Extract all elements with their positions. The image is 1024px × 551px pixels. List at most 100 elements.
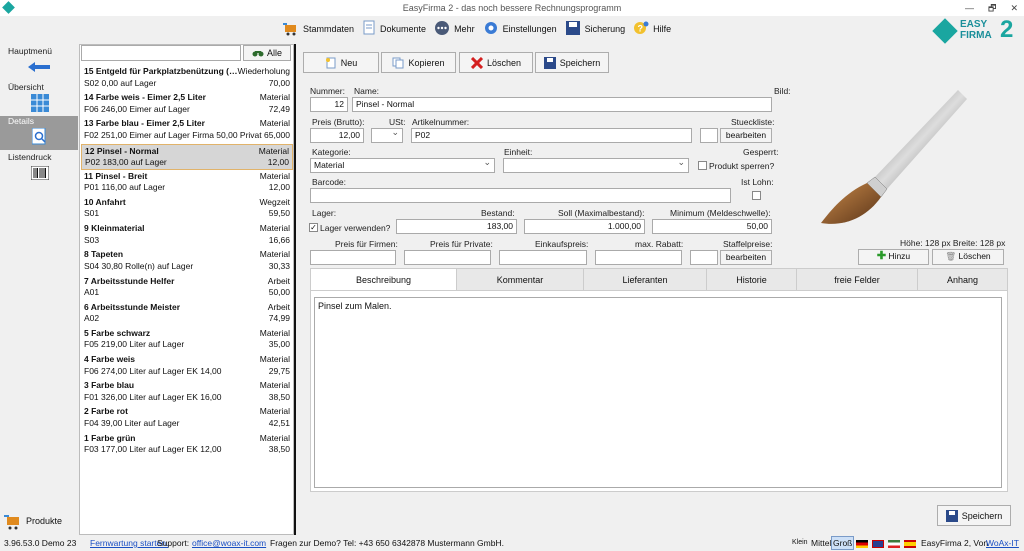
woax-link[interactable]: WoAx-IT <box>986 535 1019 551</box>
istlohn-checkbox[interactable] <box>752 191 761 200</box>
support-email-link[interactable]: office@woax-it.com <box>192 535 266 551</box>
list-item[interactable]: 13 Farbe blau - Eimer 2,5 Liter Material F… <box>81 117 293 144</box>
list-item[interactable]: 9 Kleinmaterial Material S03 16,66 <box>81 222 293 249</box>
flag-uk-icon[interactable] <box>872 539 884 548</box>
plus-icon: ✚ <box>876 250 887 262</box>
neu-button[interactable]: Neu <box>303 52 379 73</box>
staffelpreise-bearbeiten-button[interactable]: bearbeiten <box>720 250 772 265</box>
list-item[interactable]: 7 Arbeitsstunde Helfer Arbeit A01 50,00 <box>81 275 293 301</box>
einkaufspreis-field[interactable] <box>499 250 587 265</box>
stueckliste-label: Stueckliste: <box>731 117 775 127</box>
nav-details[interactable]: Details <box>0 116 78 150</box>
menu-mehr[interactable]: Mehr <box>434 20 475 38</box>
kategorie-select[interactable]: Material <box>310 156 495 173</box>
list-item-sub: F01 326,00 Liter auf Lager EK 16,00 <box>84 391 222 402</box>
gear-icon <box>483 20 499 38</box>
bestand-label: Bestand: <box>481 208 515 218</box>
tab-kommentar[interactable]: Kommentar <box>457 268 584 291</box>
list-item-price: 70,00 <box>268 77 290 88</box>
bild-loeschen-button[interactable]: 🗑 Löschen <box>932 249 1004 265</box>
list-item[interactable]: 2 Farbe rot Material F04 39,00 Liter auf L… <box>81 405 293 432</box>
einheit-select[interactable] <box>503 156 689 173</box>
list-item-price: 35,00 <box>268 339 290 350</box>
menu-stammdaten[interactable]: Stammdaten <box>283 20 354 38</box>
barcode-field[interactable] <box>310 188 731 203</box>
alle-button[interactable]: Alle <box>243 45 291 61</box>
menu-sicherung[interactable]: Sicherung <box>565 20 625 38</box>
list-item-type: Material <box>259 249 290 260</box>
artikelnummer-field[interactable]: P02 <box>411 128 692 143</box>
soll-field[interactable]: 1.000,00 <box>524 219 645 234</box>
bestand-field[interactable]: 183,00 <box>396 219 517 234</box>
staffelpreise-field[interactable] <box>690 250 718 265</box>
list-item[interactable]: 5 Farbe schwarz Material F05 219,00 Liter … <box>81 327 293 354</box>
minimum-field[interactable]: 50,00 <box>652 219 772 234</box>
preis-firmen-field[interactable] <box>310 250 396 265</box>
menu-hilfe[interactable]: ? Hilfe <box>633 20 671 38</box>
minimize-button[interactable]: — <box>965 0 974 16</box>
stueckliste-bearbeiten-button[interactable]: bearbeiten <box>720 128 772 143</box>
search-input[interactable] <box>81 45 241 61</box>
close-button[interactable]: ✕ <box>1010 0 1018 16</box>
nummer-field[interactable]: 12 <box>310 97 348 112</box>
tab-lieferanten[interactable]: Lieferanten <box>584 268 707 291</box>
ust-select[interactable] <box>371 126 403 143</box>
list-item[interactable]: 12 Pinsel - Normal Material P02 183,00 auf… <box>81 143 293 170</box>
app-icon <box>2 1 15 14</box>
preis-private-field[interactable] <box>404 250 491 265</box>
list-item[interactable]: 15 Entgeld für Parkplatzbenützung (… Wied… <box>81 65 293 92</box>
speichern-bottom-button[interactable]: Speichern <box>937 505 1011 526</box>
menu-dokumente[interactable]: Dokumente <box>362 20 426 38</box>
list-item[interactable]: 1 Farbe grün Material F03 177,00 Liter auf… <box>81 432 293 458</box>
list-item[interactable]: 10 Anfahrt Wegzeit S01 59,50 <box>81 196 293 223</box>
flag-es-icon[interactable] <box>904 539 916 548</box>
cart-icon <box>283 20 299 38</box>
preis-field[interactable]: 12,00 <box>310 128 364 143</box>
list-item-price: 30,33 <box>268 260 290 271</box>
tab-beschreibung[interactable]: Beschreibung <box>310 268 457 291</box>
product-list: 15 Entgeld für Parkplatzbenützung (… Wied… <box>81 65 293 458</box>
new-document-icon <box>325 57 336 68</box>
nav-produkte[interactable]: Produkte <box>4 512 62 530</box>
produkt-sperren-label: Produkt sperren? <box>709 161 775 171</box>
list-item[interactable]: 8 Tapeten Material S04 30,80 Rolle(n) auf … <box>81 248 293 275</box>
nav-listendruck[interactable]: Listendruck <box>0 152 78 184</box>
copyright-text: EasyFirma 2, Von <box>921 538 989 548</box>
produkt-sperren-checkbox[interactable] <box>698 161 707 170</box>
flag-hu-icon[interactable] <box>888 539 900 548</box>
stueckliste-field[interactable] <box>700 128 718 143</box>
name-field[interactable]: Pinsel - Normal <box>352 97 772 112</box>
list-item[interactable]: 6 Arbeitsstunde Meister Arbeit A02 74,99 <box>81 301 293 327</box>
speichern-button[interactable]: Speichern <box>535 52 609 73</box>
kopieren-button[interactable]: Kopieren <box>381 52 456 73</box>
size-gross[interactable]: Groß <box>831 536 855 550</box>
nav-ubersicht[interactable]: Übersicht <box>0 82 78 114</box>
lager-verwenden-checkbox[interactable]: ✓ <box>309 223 318 232</box>
status-bar: 3.96.53.0 Demo 23 Fernwartung starten. S… <box>0 535 1024 551</box>
tab-anhang[interactable]: Anhang <box>918 268 1008 291</box>
beschreibung-textarea[interactable]: Pinsel zum Malen. <box>314 297 1002 488</box>
help-icon: ? <box>633 20 649 38</box>
tab-historie[interactable]: Historie <box>707 268 797 291</box>
list-item-type: Wegzeit <box>259 196 290 207</box>
size-klein[interactable]: Klein <box>792 535 808 551</box>
list-item[interactable]: 4 Farbe weis Material F06 274,00 Liter auf… <box>81 353 293 380</box>
list-item[interactable]: 14 Farbe weis - Eimer 2,5 Liter Material F… <box>81 91 293 118</box>
rabatt-field[interactable] <box>595 250 682 265</box>
nav-hauptmenu[interactable]: Hauptmenü <box>0 46 78 76</box>
binoculars-icon <box>252 51 264 57</box>
tab-freie-felder[interactable]: freie Felder <box>797 268 918 291</box>
menu-einstellungen[interactable]: Einstellungen <box>483 20 557 38</box>
barcode-label: Barcode: <box>312 177 347 187</box>
list-item-type: Material <box>259 170 290 181</box>
easyfirma-logo: EASY FIRMA 2 <box>932 16 1020 46</box>
size-mittel[interactable]: Mittel <box>811 535 831 551</box>
list-item[interactable]: 3 Farbe blau Material F01 326,00 Liter auf… <box>81 379 293 406</box>
loeschen-button[interactable]: Löschen <box>459 52 533 73</box>
list-item-price: 74,99 <box>268 313 290 324</box>
list-item-price: 59,50 <box>268 208 290 219</box>
bild-hinzu-button[interactable]: ✚ Hinzu <box>858 249 929 265</box>
flag-de-icon[interactable] <box>856 539 868 548</box>
restore-button[interactable]: 🗗 <box>988 0 996 16</box>
list-item[interactable]: 11 Pinsel - Breit Material P01 116,00 auf … <box>81 170 293 196</box>
